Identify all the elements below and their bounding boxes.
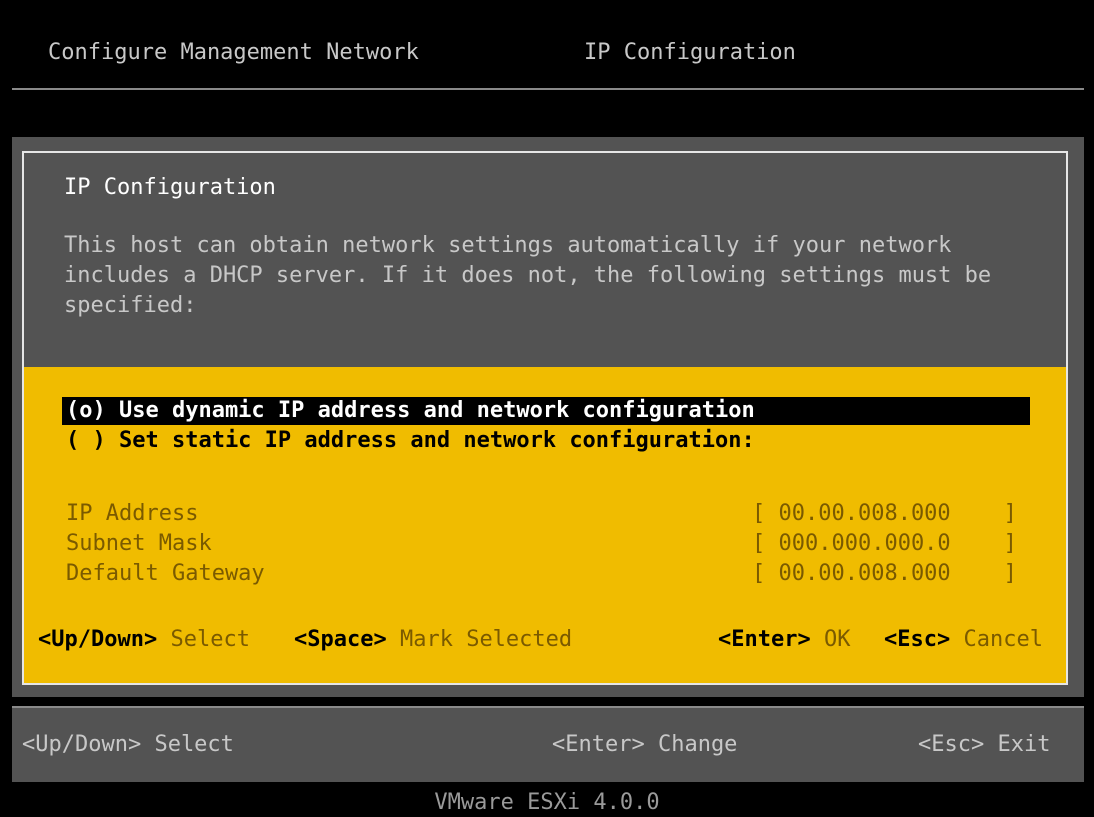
ip-configuration-dialog: IP Configuration This host can obtain ne… (12, 137, 1084, 697)
hint-cancel: <Esc> Cancel (884, 627, 1043, 652)
hint-space-key: <Space> (294, 627, 387, 652)
description-line: This host can obtain network settings au… (64, 233, 952, 258)
ip-address-label: IP Address (66, 501, 199, 526)
option-static-ip[interactable]: ( ) Set static IP address and network co… (66, 427, 755, 455)
bottom-hint-exit: <Esc> Exit (918, 732, 1051, 757)
hint-updown-text: Select (170, 627, 250, 652)
hint-esc-text: Cancel (963, 627, 1043, 652)
console-screen: Configure Management Network IP Configur… (0, 0, 1094, 817)
bottom-hint-bar: <Up/Down> Select <Enter> Change <Esc> Ex… (12, 706, 1084, 782)
bottom-hint-select: <Up/Down> Select (22, 732, 234, 757)
default-gateway-label: Default Gateway (66, 561, 265, 586)
hint-enter-key: <Enter> (718, 627, 811, 652)
ip-address-field[interactable]: [ 00.00.008.000 ] (752, 501, 1017, 526)
screen-title: IP Configuration (584, 40, 796, 65)
default-gateway-field[interactable]: [ 00.00.008.000 ] (752, 561, 1017, 586)
dialog-description: This host can obtain network settings au… (64, 231, 1024, 321)
hint-space-text: Mark Selected (399, 627, 573, 652)
dialog-title: IP Configuration (64, 175, 276, 200)
hint-esc-key: <Esc> (884, 627, 951, 652)
hint-select: <Up/Down> Select (38, 627, 250, 652)
hint-enter-text: OK (823, 627, 851, 652)
description-line: includes a DHCP server. If it does not, … (64, 263, 992, 288)
version-label: VMware ESXi 4.0.0 (434, 790, 660, 815)
hint-mark: <Space> Mark Selected (294, 627, 572, 652)
subnet-mask-field[interactable]: [ 000.000.000.0 ] (752, 531, 1017, 556)
header-bar: Configure Management Network IP Configur… (12, 10, 1084, 90)
description-line: specified: (64, 293, 197, 318)
menu-title: Configure Management Network (48, 40, 419, 65)
hint-ok: <Enter> OK (718, 627, 850, 652)
subnet-mask-label: Subnet Mask (66, 531, 212, 556)
option-dynamic-ip[interactable]: (o) Use dynamic IP address and network c… (62, 397, 1030, 425)
options-panel: (o) Use dynamic IP address and network c… (22, 367, 1068, 685)
hint-updown-key: <Up/Down> (38, 627, 158, 652)
bottom-hint-change: <Enter> Change (552, 732, 738, 757)
